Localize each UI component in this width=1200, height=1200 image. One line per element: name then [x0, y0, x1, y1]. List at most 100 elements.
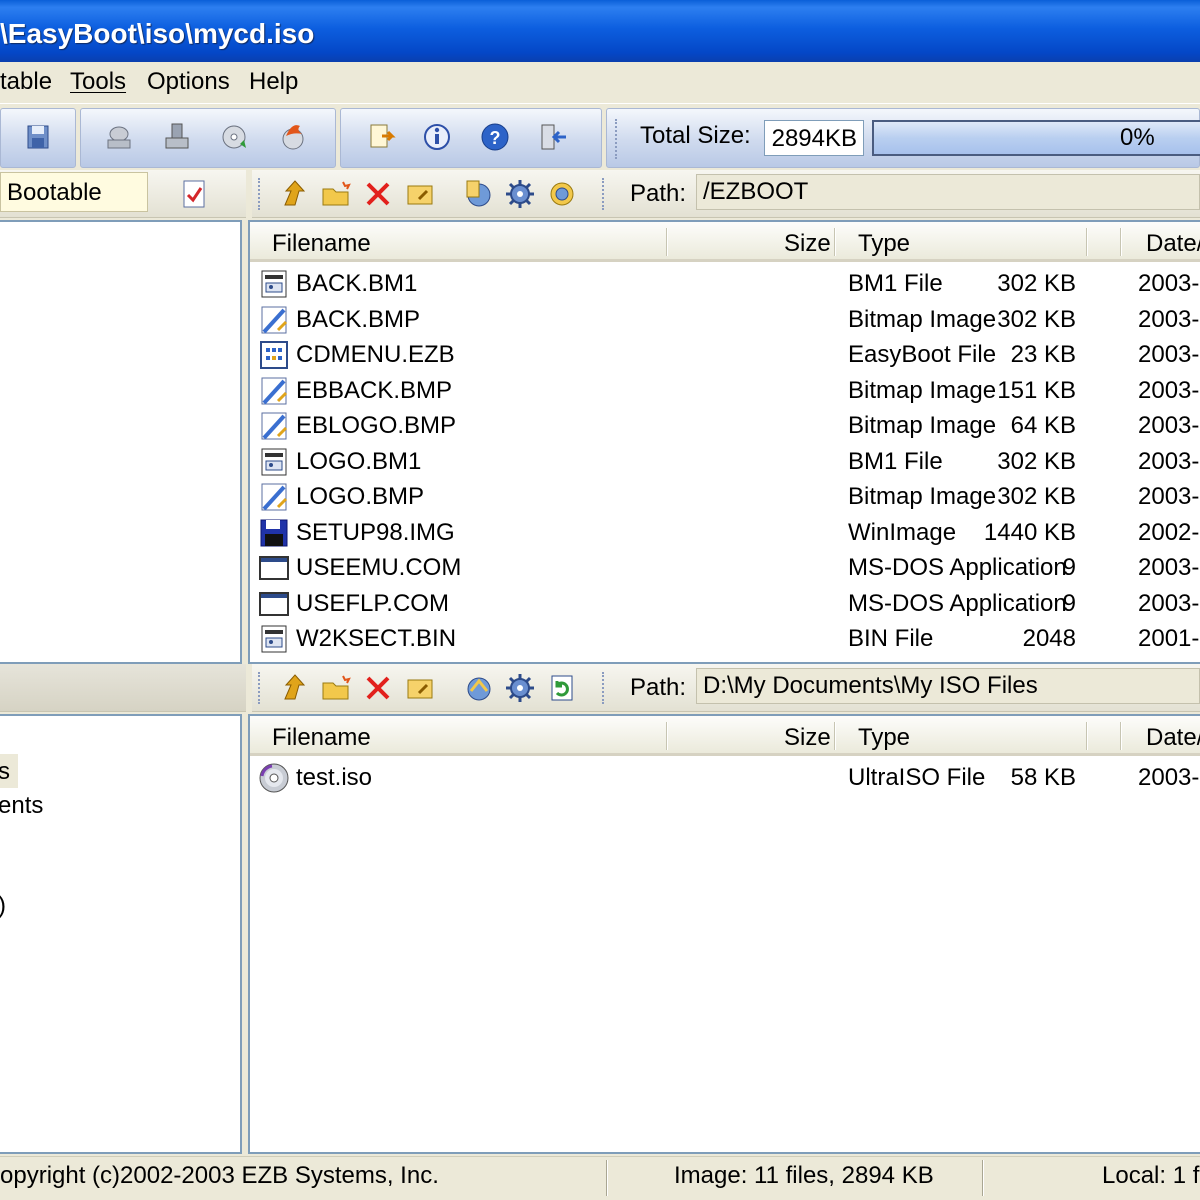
local-path-grip[interactable]: [602, 672, 606, 704]
file-date: 2003-0: [1138, 554, 1200, 581]
file-size: 302 KB: [997, 305, 1076, 333]
exit-button[interactable]: [533, 117, 573, 157]
menu-tools[interactable]: Tools: [70, 68, 126, 96]
local-delete-button[interactable]: [358, 668, 398, 708]
image-tree-panel[interactable]: [0, 220, 242, 664]
image-path-field[interactable]: /EZBOOT: [696, 174, 1200, 210]
local-file-list[interactable]: Filename Size Type Date/ test.iso 58 KB Ul…: [248, 714, 1200, 1154]
table-row[interactable]: USEFLP.COM9MS-DOS Application2003-0: [250, 586, 1200, 621]
col-resize-handle[interactable]: [666, 228, 668, 256]
table-row[interactable]: LOGO.BM1 302 KB BM1 File 2003-1: [250, 444, 1200, 479]
file-name: LOGO.BM1: [296, 447, 422, 475]
col-size[interactable]: Size: [784, 230, 831, 258]
disc-refresh-icon: [222, 125, 246, 149]
table-row[interactable]: W2KSECT.BIN 2048 BIN File 2001-1: [250, 621, 1200, 656]
local-path-field[interactable]: D:\My Documents\My ISO Files: [696, 668, 1200, 704]
col-size[interactable]: Size: [784, 724, 831, 752]
file-date: 2003-0: [1138, 376, 1200, 404]
image-up-button[interactable]: [274, 174, 314, 214]
file-name: EBLOGO.BMP: [296, 412, 457, 439]
make-image-button[interactable]: [157, 117, 197, 157]
col-date[interactable]: Date/: [1146, 230, 1200, 258]
col-type[interactable]: Type: [858, 230, 910, 258]
table-row[interactable]: EBLOGO.BMP 64 KB Bitmap Image 2003-0: [250, 408, 1200, 443]
burn-cd-button[interactable]: [99, 117, 139, 157]
file-date: 2003-0: [1138, 412, 1200, 439]
table-row[interactable]: EBBACK.BMP 151 KBBitmap Image 2003-0: [250, 373, 1200, 408]
image-add-files-button[interactable]: [458, 174, 498, 214]
title-bar[interactable]: \EasyBoot\iso\mycd.iso: [0, 0, 1200, 62]
table-row[interactable]: CDMENU.EZB 23 KB EasyBoot File 2003-1: [250, 337, 1200, 372]
file-size: 64 KB: [1010, 412, 1076, 439]
burn-button[interactable]: [273, 117, 313, 157]
col-resize-handle[interactable]: [1120, 722, 1122, 750]
local-path-label: Path:: [630, 674, 687, 701]
local-settings-button[interactable]: [500, 668, 540, 708]
table-row[interactable]: BACK.BM1 302 KB BM1 File 2003-1: [250, 266, 1200, 301]
image-rename-button[interactable]: [400, 174, 440, 214]
col-filename[interactable]: Filename: [272, 724, 371, 752]
file-size: 302 KB: [997, 270, 1076, 297]
local-up-button[interactable]: [274, 668, 314, 708]
image-refresh-button[interactable]: [542, 174, 582, 214]
bootable-check-button[interactable]: [174, 174, 214, 214]
gear-icon: [506, 180, 534, 208]
info-button[interactable]: [417, 117, 457, 157]
local-refresh-button[interactable]: [542, 668, 582, 708]
tree-node-documents[interactable]: ents: [0, 792, 43, 820]
local-tree-panel[interactable]: s ents ): [0, 714, 242, 1154]
iso-disc-icon: [259, 763, 289, 793]
image-path-grip[interactable]: [602, 178, 606, 210]
mount-button[interactable]: [215, 117, 255, 157]
local-new-folder-button[interactable]: [316, 668, 356, 708]
file-size: 1440 KB: [983, 518, 1076, 546]
file-size: 302 KB: [997, 447, 1076, 475]
tree-node-selected[interactable]: s: [0, 754, 18, 788]
image-new-folder-button[interactable]: [316, 174, 356, 214]
save-as-button[interactable]: [19, 117, 59, 157]
file-date: 2003-1: [1138, 447, 1200, 475]
toolbar-grip[interactable]: [615, 119, 619, 159]
image-settings-button[interactable]: [500, 174, 540, 214]
menu-help[interactable]: Help: [249, 68, 298, 96]
file-name: LOGO.BMP: [296, 483, 425, 510]
table-row[interactable]: USEEMU.COM9MS-DOS Application2003-0: [250, 550, 1200, 585]
tree-node-drive[interactable]: ): [0, 892, 6, 920]
table-row[interactable]: LOGO.BMP 302 KBBitmap Image 2003-0: [250, 479, 1200, 514]
file-name: test.iso: [296, 764, 373, 791]
image-file-list[interactable]: Filename Size Type Date/ BACK.BM1 302 KB B…: [248, 220, 1200, 664]
col-resize-handle[interactable]: [834, 228, 836, 256]
col-resize-handle[interactable]: [1086, 722, 1088, 750]
local-rename-button[interactable]: [400, 668, 440, 708]
file-type: Bitmap Image: [848, 412, 997, 439]
col-type[interactable]: Type: [858, 724, 910, 752]
col-date[interactable]: Date/: [1146, 724, 1200, 752]
status-local-info: Local: 1 fi: [1102, 1162, 1200, 1189]
table-row[interactable]: SETUP98.IMG 1440 KB WinImage 2002-1: [250, 515, 1200, 550]
menu-options[interactable]: Options: [147, 68, 230, 96]
image-rows: BACK.BM1 302 KB BM1 File 2003-1 BACK.BMP 302 …: [250, 266, 1200, 662]
bootable-field[interactable]: Bootable: [0, 172, 148, 212]
table-row[interactable]: BACK.BMP 302 KBBitmap Image 2003-0: [250, 302, 1200, 337]
local-add-button[interactable]: [458, 668, 498, 708]
local-toolbar-grip[interactable]: [258, 672, 262, 704]
bm1-file-icon: [261, 270, 287, 298]
menu-bootable[interactable]: table: [0, 68, 52, 96]
col-resize-handle[interactable]: [1120, 228, 1122, 256]
col-filename[interactable]: Filename: [272, 230, 371, 258]
toolbar-group-file: [0, 108, 76, 168]
table-row[interactable]: test.iso 58 KB UltraISO File 2003-1: [250, 760, 1200, 795]
add-to-image-icon: [467, 677, 491, 701]
image-toolbar-grip[interactable]: [258, 178, 262, 210]
image-delete-button[interactable]: [358, 174, 398, 214]
col-resize-handle[interactable]: [834, 722, 836, 750]
info-icon: [424, 124, 450, 150]
svg-text:?: ?: [490, 128, 501, 148]
col-resize-handle[interactable]: [666, 722, 668, 750]
help-button[interactable]: ?: [475, 117, 515, 157]
new-folder-icon: [322, 675, 351, 700]
local-rows: test.iso 58 KB UltraISO File 2003-1: [250, 760, 1200, 1150]
save-icon: [27, 125, 49, 149]
properties-button[interactable]: [361, 117, 401, 157]
col-resize-handle[interactable]: [1086, 228, 1088, 256]
